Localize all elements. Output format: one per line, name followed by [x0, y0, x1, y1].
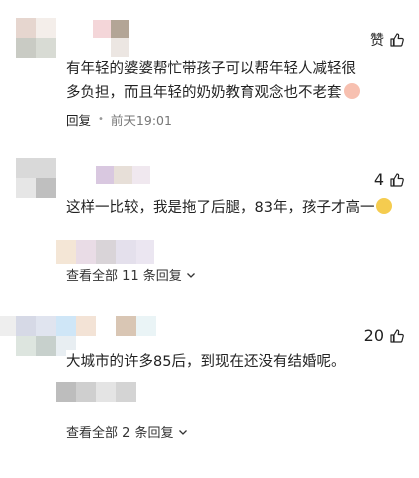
avatar-tile — [136, 316, 156, 336]
like-button[interactable]: 20 — [364, 326, 405, 345]
comment-text: 这样一比较，我是拖了后腿，83年，孩子才高一 — [66, 196, 397, 220]
thumbs-up-icon — [389, 328, 405, 344]
comment-body: 这样一比较，我是拖了后腿，83年，孩子才高一 — [66, 200, 375, 216]
avatar-tile — [76, 382, 96, 402]
avatar-tile — [116, 240, 136, 264]
thumbs-up-icon — [389, 32, 405, 48]
timestamp: 前天19:01 — [110, 113, 172, 128]
like-count: 20 — [363, 326, 384, 345]
separator-dot: • — [98, 114, 104, 125]
chevron-down-icon — [185, 269, 197, 281]
avatar-tile — [0, 316, 16, 336]
comment-meta: 回复 • 前天19:01 — [66, 110, 172, 129]
avatar-tile — [96, 382, 116, 402]
avatar-tile — [76, 240, 96, 264]
comment-1: 赞 有年轻的婆婆帮忙带孩子可以帮年轻人减轻很多负担，而且年轻的奶奶教育观念也不老… — [0, 0, 419, 140]
avatar-tile — [36, 336, 56, 356]
avatar-tile — [36, 38, 56, 58]
avatar-tile — [56, 382, 76, 402]
like-count: 4 — [373, 170, 384, 189]
chevron-down-icon — [177, 426, 189, 438]
avatar-tile — [114, 166, 132, 184]
avatar-tile — [16, 336, 36, 356]
avatar-tile — [16, 158, 56, 178]
scream-emoji-icon — [376, 198, 393, 214]
like-button[interactable]: 4 — [374, 170, 405, 189]
avatar-tile — [36, 18, 56, 38]
comment-2: 4 这样一比较，我是拖了后腿，83年，孩子才高一 查看全部 11 条回复 — [0, 140, 419, 300]
comment-body: 有年轻的婆婆帮忙带孩子可以帮年轻人减轻很多负担，而且年轻的奶奶教育观念也不老套 — [66, 61, 356, 101]
avatar-tile — [16, 38, 36, 58]
like-label: 赞 — [370, 33, 384, 49]
avatar[interactable] — [16, 18, 136, 60]
avatar-tile — [16, 18, 36, 38]
view-replies-label: 查看全部 2 条回复 — [66, 426, 174, 441]
avatar-tile — [76, 316, 96, 336]
comment-3: 20 大城市的许多85后，到现在还没有结婚呢。 查看全部 2 条回复 — [0, 300, 419, 478]
avatar-tile — [116, 316, 136, 336]
view-all-replies-button[interactable]: 查看全部 2 条回复 — [66, 422, 189, 441]
avatar-tile — [132, 166, 150, 184]
avatar-tile — [36, 178, 56, 198]
view-replies-label: 查看全部 11 条回复 — [66, 269, 182, 284]
thumbs-up-emoji-icon — [343, 83, 360, 99]
avatar-tile — [93, 20, 111, 38]
avatar-tile — [56, 316, 76, 336]
avatar-tile — [56, 240, 76, 264]
avatar-tile — [111, 20, 129, 38]
avatar-tile — [96, 240, 116, 264]
avatar-tile — [111, 38, 129, 58]
comment-text: 有年轻的婆婆帮忙带孩子可以帮年轻人减轻很多负担，而且年轻的奶奶教育观念也不老套 — [66, 57, 370, 105]
like-button[interactable]: 赞 — [370, 30, 405, 50]
comment-body: 大城市的许多85后，到现在还没有结婚呢。 — [66, 354, 346, 370]
avatar-tile — [36, 316, 56, 336]
view-all-replies-button[interactable]: 查看全部 11 条回复 — [66, 265, 197, 284]
reply-button[interactable]: 回复 — [66, 110, 91, 129]
comment-text: 大城市的许多85后，到现在还没有结婚呢。 — [66, 350, 350, 374]
avatar-tile — [16, 316, 36, 336]
avatar-tile — [136, 240, 154, 264]
avatar-tile — [16, 178, 36, 198]
avatar-tile — [96, 166, 114, 184]
avatar-tile — [116, 382, 136, 402]
thumbs-up-icon — [389, 172, 405, 188]
